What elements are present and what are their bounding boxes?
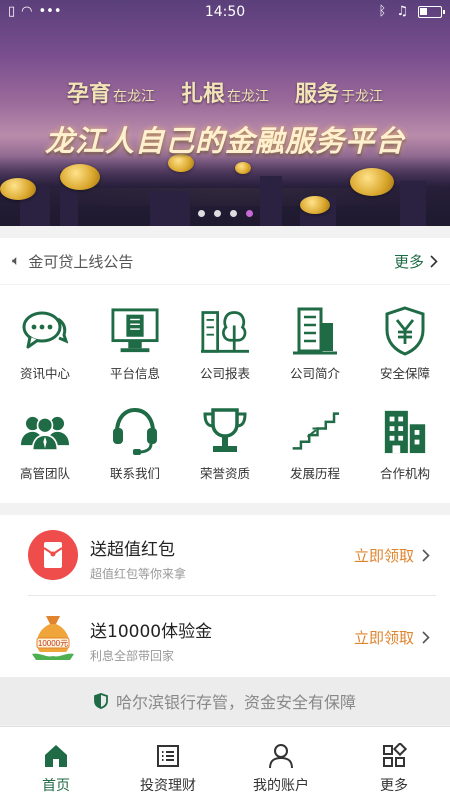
- announcement-bar[interactable]: 🔈︎ 金可贷上线公告 更多: [0, 238, 450, 284]
- tab-label: 更多: [380, 778, 408, 794]
- status-bar: ▯ ◠ ••• 14:50 ᛒ ♫: [0, 0, 450, 24]
- grid-item-security[interactable]: 安全保障: [360, 285, 450, 385]
- banner-carousel[interactable]: ▯ ◠ ••• 14:50 ᛒ ♫ 孕育 在龙江 扎根 在龙江 服务 于龙江 龙江人自…: [0, 0, 450, 226]
- slogan-word: 服务: [295, 81, 340, 107]
- grid-item-company-reports[interactable]: 公司报表: [180, 285, 270, 385]
- banner-slogans: 孕育 在龙江 扎根 在龙江 服务 于龙江: [0, 76, 450, 108]
- claim-label: 立即领取: [353, 547, 414, 565]
- grid-apps-icon: [383, 743, 407, 767]
- grid-item-partners[interactable]: 合作机构: [360, 385, 450, 485]
- grid-label: 资讯中心: [19, 366, 70, 381]
- announcement-text[interactable]: 金可贷上线公告: [28, 251, 394, 272]
- feature-grid: 资讯中心 平台信息 公司报表 公司简介 安全保障 高管团队 联系我们 荣誉资质 …: [0, 285, 450, 503]
- trophy-icon: [203, 408, 247, 452]
- shield-icon: [94, 693, 108, 709]
- claim-label: 立即领取: [353, 629, 414, 647]
- monitor-icon: [111, 308, 159, 353]
- tab-invest[interactable]: 投资理财: [112, 727, 224, 800]
- promo-section: 送超值红包 超值红包等你来拿 立即领取 10000元 送10000体验金 利息全…: [0, 515, 450, 677]
- slogan-suffix: 在龙江: [112, 89, 155, 105]
- tab-my-account[interactable]: 我的账户: [225, 727, 337, 800]
- grid-label: 公司报表: [199, 366, 250, 381]
- gold-coin-image: [0, 178, 36, 200]
- grid-item-news[interactable]: 资讯中心: [0, 285, 90, 385]
- chevron-right-icon: [422, 631, 430, 644]
- yen-shield-icon: [385, 306, 425, 356]
- slogan-word: 扎根: [180, 81, 225, 107]
- grid-label: 合作机构: [379, 466, 430, 481]
- home-icon: [45, 745, 67, 767]
- carousel-dot-active[interactable]: [245, 210, 253, 217]
- carousel-dots[interactable]: [0, 210, 450, 217]
- list-icon: [157, 745, 179, 767]
- grid-label: 平台信息: [109, 366, 160, 381]
- more-label: 更多: [393, 252, 424, 271]
- grid-item-company-profile[interactable]: 公司简介: [270, 285, 360, 385]
- bluetooth-icon: ᛒ: [378, 4, 387, 19]
- gold-coin-image: [350, 168, 394, 196]
- promo-red-packet[interactable]: 送超值红包 超值红包等你来拿 立即领取: [0, 515, 450, 595]
- promo-title: 送超值红包: [90, 540, 175, 560]
- slogan-suffix: 在龙江: [227, 89, 269, 105]
- grid-label: 安全保障: [379, 366, 430, 381]
- promo-title: 送10000体验金: [90, 622, 213, 642]
- slogan-suffix: 于龙江: [341, 89, 384, 105]
- tab-home[interactable]: 首页: [0, 727, 112, 800]
- grid-item-honors[interactable]: 荣誉资质: [180, 385, 270, 485]
- user-icon: [269, 744, 293, 769]
- grid-item-contact-us[interactable]: 联系我们: [90, 385, 180, 485]
- grid-label: 高管团队: [19, 466, 70, 481]
- bottom-tab-bar: 首页 投资理财 我的账户 更多: [0, 726, 450, 800]
- grid-item-executive-team[interactable]: 高管团队: [0, 385, 90, 485]
- chat-bubbles-icon: [22, 311, 68, 349]
- chevron-right-icon: [430, 254, 438, 268]
- tab-more[interactable]: 更多: [338, 727, 450, 800]
- office-building-icon: [293, 307, 337, 355]
- money-bag-badge-text: 10000元: [38, 639, 68, 648]
- grid-label: 发展历程: [289, 466, 340, 481]
- grid-label: 荣誉资质: [199, 466, 250, 481]
- slogan-word: 孕育: [66, 81, 111, 107]
- money-bag-icon: 10000元: [32, 616, 74, 660]
- gold-coin-image: [60, 164, 100, 190]
- grid-label: 联系我们: [109, 466, 160, 481]
- promo-trial-fund[interactable]: 10000元 送10000体验金 利息全部带回家 立即领取: [0, 597, 450, 677]
- team-icon: [21, 416, 69, 451]
- mute-icon: ♫: [396, 4, 408, 19]
- claim-button[interactable]: 立即领取: [354, 627, 430, 648]
- claim-button[interactable]: 立即领取: [354, 545, 430, 566]
- tab-label: 首页: [42, 778, 70, 794]
- carousel-dot[interactable]: [229, 210, 237, 217]
- red-packet-icon: [28, 530, 78, 580]
- buildings-icon: [384, 410, 426, 454]
- guarantee-text: 哈尔滨银行存管，资金安全有保障: [115, 693, 356, 712]
- building-tree-icon: [201, 311, 249, 353]
- banner-title: 龙江人自己的金融服务平台: [44, 124, 405, 158]
- grid-item-platform-info[interactable]: 平台信息: [90, 285, 180, 385]
- carousel-dot[interactable]: [213, 210, 221, 217]
- speaker-icon: 🔈︎: [12, 253, 21, 269]
- bank-custody-notice: 哈尔滨银行存管，资金安全有保障: [0, 677, 450, 725]
- headset-icon: [113, 407, 157, 455]
- divider: [28, 595, 436, 596]
- tab-label: 投资理财: [140, 778, 196, 794]
- promo-subtitle: 超值红包等你来拿: [90, 567, 187, 581]
- stairs-icon: [292, 412, 339, 450]
- battery-icon: [418, 5, 445, 18]
- chevron-right-icon: [422, 549, 430, 562]
- gold-coin-image: [235, 162, 251, 174]
- more-link[interactable]: 更多: [394, 251, 438, 272]
- grid-item-history[interactable]: 发展历程: [270, 385, 360, 485]
- carousel-dot[interactable]: [197, 210, 205, 217]
- tab-label: 我的账户: [253, 778, 309, 794]
- grid-label: 公司简介: [289, 366, 340, 381]
- promo-subtitle: 利息全部带回家: [90, 649, 175, 663]
